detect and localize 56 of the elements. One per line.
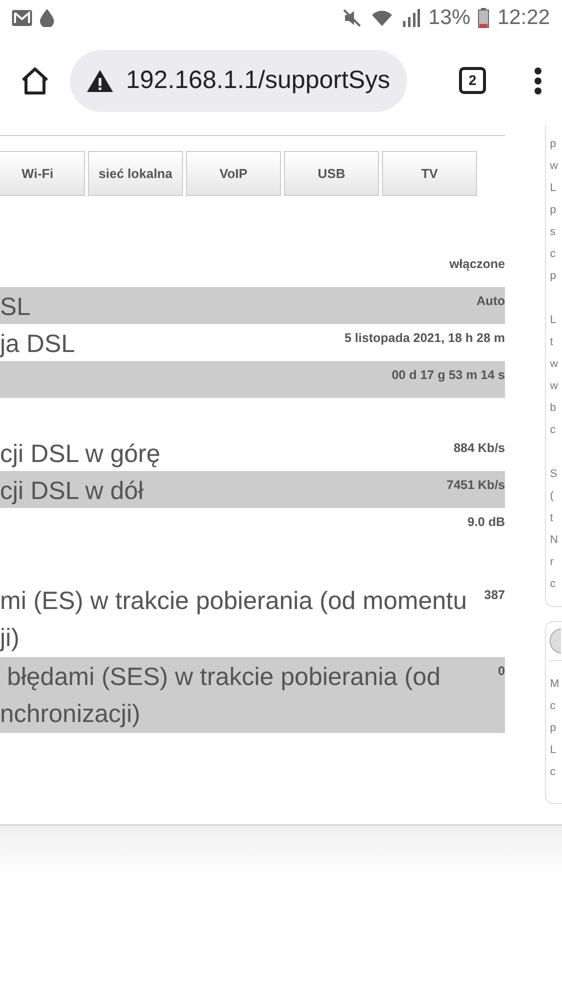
row-value: 0 xyxy=(498,663,505,680)
cut-text: p xyxy=(550,137,558,152)
row-label: SL xyxy=(0,292,31,323)
cut-text: c xyxy=(550,423,556,438)
cut-text: p xyxy=(550,203,558,218)
cut-text: p xyxy=(550,269,558,284)
cut-text: s xyxy=(550,225,556,240)
row-value: 7451 Kb/s xyxy=(446,477,505,494)
row-value: 00 d 17 g 53 m 14 s xyxy=(392,367,505,384)
menu-icon[interactable] xyxy=(534,66,542,94)
cut-text: w xyxy=(550,357,559,372)
url-text: 192.168.1.1/supportSys xyxy=(126,64,390,96)
cut-text: L xyxy=(550,742,558,758)
home-icon[interactable] xyxy=(20,66,50,94)
tab-count-button[interactable]: 2 xyxy=(459,67,486,94)
cut-text: c xyxy=(550,247,556,262)
drop-icon xyxy=(40,9,54,27)
row-label: błędami (SES) w trakcie pobierania (od nchronizacji) xyxy=(0,662,440,730)
row-label: cji DSL w górę xyxy=(0,439,160,470)
address-bar[interactable]: 192.168.1.1/supportSys xyxy=(70,50,407,112)
cut-text: c xyxy=(550,698,556,714)
nav-tab[interactable]: sieć lokalna xyxy=(88,151,183,196)
cut-text: c xyxy=(550,577,556,592)
mute-icon xyxy=(342,8,362,28)
battery-percent: 13% xyxy=(428,5,470,32)
cut-text: ( xyxy=(550,489,555,504)
cut-text: c xyxy=(550,764,556,780)
cut-text: L xyxy=(550,313,558,328)
row-value: 9.0 dB xyxy=(467,514,505,531)
cut-text: M xyxy=(550,676,560,692)
nav-tab[interactable]: Wi-Fi xyxy=(0,151,85,196)
row-value: 5 listopada 2021, 18 h 28 m xyxy=(344,330,505,347)
row-value: włączone xyxy=(449,256,505,273)
cut-text: r xyxy=(550,555,555,570)
cut-text: p xyxy=(550,720,558,736)
warning-icon xyxy=(86,68,114,92)
cut-text: w xyxy=(550,159,559,174)
signal-icon xyxy=(402,9,420,27)
row-value: 387 xyxy=(484,587,505,604)
cut-text: L xyxy=(550,181,558,196)
cut-text: N xyxy=(550,533,559,548)
row-value: Auto xyxy=(476,293,505,310)
nav-tab[interactable]: USB xyxy=(284,151,379,196)
battery-icon xyxy=(478,8,490,28)
cut-text: b xyxy=(550,401,558,416)
cut-text: t xyxy=(550,511,554,526)
cut-text: t xyxy=(550,335,554,350)
row-value: 884 Kb/s xyxy=(454,440,505,457)
wifi-icon xyxy=(370,8,394,28)
nav-tab[interactable]: TV xyxy=(382,151,477,196)
nav-tab[interactable]: VoIP xyxy=(186,151,281,196)
cut-text: S xyxy=(550,467,558,482)
cut-text: w xyxy=(550,379,559,394)
row-label: cji DSL w dół xyxy=(0,476,144,507)
mail-icon xyxy=(12,10,32,26)
clock-time: 12:22 xyxy=(497,5,550,32)
